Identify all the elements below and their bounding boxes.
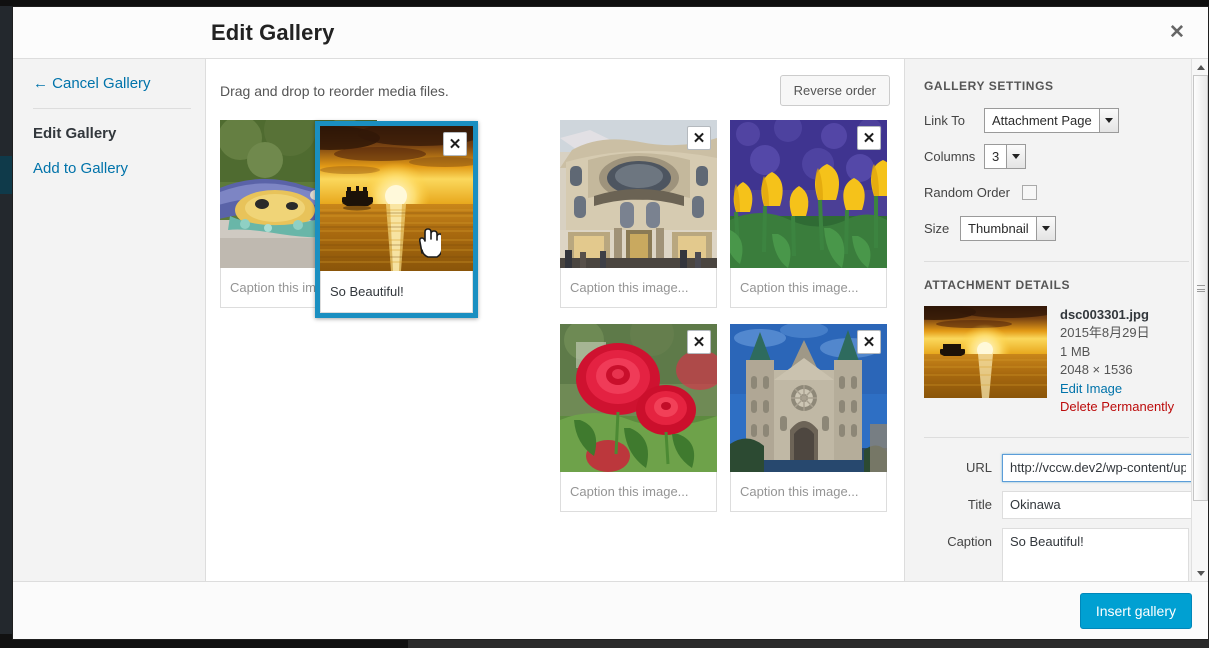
- link-to-select[interactable]: Attachment Page: [984, 107, 1119, 133]
- edit-image-link[interactable]: Edit Image: [1060, 380, 1174, 398]
- delete-permanently-link[interactable]: Delete Permanently: [1060, 398, 1174, 416]
- field-url: URL: [924, 453, 1194, 482]
- caption-input[interactable]: Caption this image...: [730, 268, 887, 308]
- title-input[interactable]: [1002, 490, 1194, 519]
- gallery-settings-heading: GALLERY SETTINGS: [924, 79, 1054, 93]
- attachment-details: dsc003301.jpg 2015年8月29日 1 MB 2048 × 153…: [924, 306, 1189, 417]
- remove-item-button[interactable]: ✕: [687, 126, 711, 150]
- cancel-gallery-link[interactable]: ← Cancel Gallery: [33, 75, 205, 92]
- remove-item-button[interactable]: ✕: [687, 330, 711, 354]
- insert-gallery-button[interactable]: Insert gallery: [1079, 592, 1192, 629]
- attachment-filename: dsc003301.jpg: [1060, 307, 1149, 322]
- modal-footer: Insert gallery: [13, 581, 1208, 639]
- scrollbar-thumb[interactable]: [1193, 75, 1208, 501]
- page-title: Edit Gallery: [211, 19, 335, 45]
- random-order-label: Random Order: [924, 184, 1010, 200]
- caption-input[interactable]: Caption this image...: [560, 268, 717, 308]
- setting-size: Size Thumbnail: [924, 215, 1189, 241]
- attachment-details-heading: ATTACHMENT DETAILS: [924, 278, 1071, 292]
- gallery-item[interactable]: ✕ Caption this image...: [730, 120, 887, 308]
- attachment-filesize: 1 MB: [1060, 343, 1091, 359]
- close-icon[interactable]: ✕: [1160, 16, 1194, 50]
- scroll-down-arrow-icon[interactable]: [1192, 565, 1208, 581]
- gallery-item[interactable]: ✕ Caption this image...: [560, 120, 717, 308]
- size-select[interactable]: Thumbnail: [960, 215, 1056, 241]
- router-item-add-to-gallery[interactable]: Add to Gallery: [33, 160, 205, 177]
- link-to-value: Attachment Page: [992, 112, 1092, 128]
- setting-link-to: Link To Attachment Page: [924, 107, 1189, 133]
- settings-sidebar: GALLERY SETTINGS Link To Attachment Page…: [904, 59, 1208, 581]
- settings-divider: [924, 261, 1189, 262]
- caption-input[interactable]: Caption this image...: [560, 472, 717, 512]
- chevron-down-icon: [1035, 216, 1055, 240]
- modal-router-sidebar: ← Cancel Gallery Edit Gallery Add to Gal…: [13, 59, 206, 581]
- columns-label: Columns: [924, 148, 976, 164]
- attachment-metadata: dsc003301.jpg 2015年8月29日 1 MB 2048 × 153…: [1060, 306, 1174, 417]
- url-input[interactable]: [1002, 453, 1194, 482]
- caption-textarea[interactable]: [1002, 527, 1189, 581]
- field-title: Title: [924, 490, 1194, 519]
- setting-columns: Columns 3: [924, 143, 1189, 169]
- drag-drop-hint: Drag and drop to reorder media files.: [220, 82, 449, 99]
- gallery-toolbar: Drag and drop to reorder media files. Re…: [206, 59, 904, 106]
- attachment-divider: [924, 436, 1189, 438]
- screen-root: Edit Gallery ✕ ← Cancel Gallery Edit Gal…: [0, 0, 1209, 648]
- attachment-dimensions: 2048 × 1536: [1060, 362, 1133, 378]
- scrollbar-grip-icon: [1196, 284, 1205, 292]
- modal-header: Edit Gallery ✕: [13, 7, 1208, 59]
- caption-label: Caption: [947, 533, 992, 549]
- size-label: Size: [924, 220, 950, 236]
- gallery-item[interactable]: ✕ Caption this image...: [560, 324, 717, 512]
- columns-value: 3: [992, 148, 1000, 164]
- sidebar-scrollbar[interactable]: [1191, 59, 1208, 581]
- caption-input[interactable]: So Beautiful!: [320, 271, 473, 313]
- settings-sidebar-content: GALLERY SETTINGS Link To Attachment Page…: [905, 59, 1208, 581]
- title-label: Title: [967, 496, 992, 512]
- link-to-label: Link To: [924, 112, 965, 128]
- attachment-preview-thumbnail[interactable]: [924, 306, 1047, 398]
- attachments-grid: ✕ Caption this image...: [206, 106, 904, 512]
- caption-input[interactable]: Caption this image...: [730, 472, 887, 512]
- setting-random-order: Random Order: [924, 179, 1189, 205]
- router-divider: [33, 108, 191, 109]
- gallery-item[interactable]: ✕ Caption this image...: [730, 324, 887, 512]
- remove-item-button[interactable]: ✕: [857, 330, 881, 354]
- attachment-date: 2015年8月29日: [1060, 325, 1150, 341]
- size-value: Thumbnail: [968, 220, 1029, 236]
- gallery-item-dragging[interactable]: ✕ So Beautiful!: [315, 121, 478, 318]
- router-item-edit-gallery[interactable]: Edit Gallery: [33, 125, 205, 142]
- media-modal: Edit Gallery ✕ ← Cancel Gallery Edit Gal…: [12, 6, 1209, 640]
- scroll-up-arrow-icon[interactable]: [1192, 59, 1208, 75]
- url-label: URL: [965, 459, 992, 475]
- chevron-down-icon: [1006, 144, 1026, 168]
- gallery-pane: Drag and drop to reorder media files. Re…: [206, 59, 904, 581]
- remove-item-button[interactable]: ✕: [857, 126, 881, 150]
- columns-select[interactable]: 3: [984, 143, 1027, 169]
- remove-item-button[interactable]: ✕: [443, 132, 467, 156]
- random-order-checkbox[interactable]: [1021, 184, 1037, 200]
- chevron-down-icon: [1098, 108, 1118, 132]
- modal-body: ← Cancel Gallery Edit Gallery Add to Gal…: [13, 59, 1208, 581]
- reverse-order-button[interactable]: Reverse order: [779, 75, 890, 106]
- field-caption: Caption: [924, 527, 1189, 581]
